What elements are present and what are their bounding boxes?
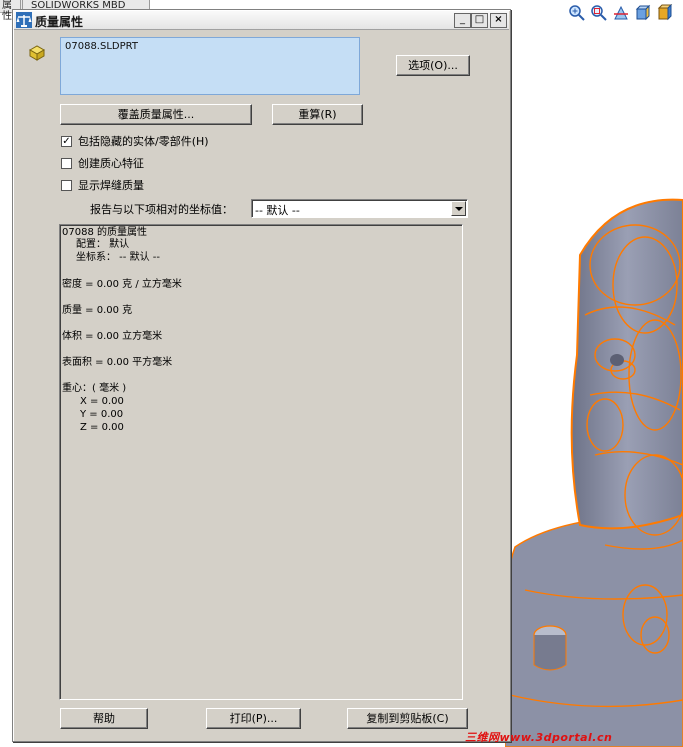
print-button[interactable]: 打印(P)...: [206, 708, 301, 729]
results-z: Z = 0.00: [80, 422, 124, 433]
balance-scale-icon: [16, 12, 32, 28]
results-heading: 07088 的质量属性: [62, 227, 147, 238]
part-icon: [28, 45, 46, 61]
copy-to-clipboard-button[interactable]: 复制到剪贴板(C): [347, 708, 468, 729]
selected-items-list[interactable]: 07088.SLDPRT: [60, 37, 360, 95]
recalculate-button[interactable]: 重算(R): [272, 104, 363, 125]
override-mass-properties-button[interactable]: 覆盖质量属性...: [60, 104, 252, 125]
results-coordinate-system: 坐标系： -- 默认 --: [76, 252, 160, 263]
maximize-button[interactable]: □: [471, 13, 488, 28]
results-y: Y = 0.00: [80, 409, 124, 420]
help-button[interactable]: 帮助: [60, 708, 148, 729]
results-volume: 体积 = 0.00 立方毫米: [62, 331, 163, 342]
show-weld-bead-mass-label: 显示焊缝质量: [78, 179, 144, 192]
results-density: 密度 = 0.00 克 / 立方毫米: [62, 279, 182, 290]
view-orientation-icon[interactable]: [634, 4, 652, 22]
dialog-titlebar[interactable]: 质量属性 _ □ ×: [14, 11, 509, 30]
coordinate-system-label: 报告与以下项相对的坐标值：: [90, 203, 233, 216]
display-style-icon[interactable]: [656, 4, 674, 22]
results-x: X = 0.00: [80, 396, 124, 407]
create-center-of-mass-checkbox[interactable]: [61, 158, 72, 169]
coordinate-system-value: -- 默认 --: [255, 204, 300, 217]
coordinate-system-select[interactable]: -- 默认 --: [251, 199, 468, 218]
zoom-to-area-icon[interactable]: [590, 4, 608, 22]
flange-shape: [505, 514, 683, 747]
dropdown-arrow-icon[interactable]: [451, 201, 466, 216]
minimize-button[interactable]: _: [454, 13, 471, 28]
create-center-of-mass-label: 创建质心特征: [78, 157, 144, 170]
heads-up-view-toolbar: [568, 4, 674, 22]
zoom-to-fit-icon[interactable]: [568, 4, 586, 22]
close-button[interactable]: ×: [490, 13, 507, 28]
results-configuration: 配置： 默认: [76, 239, 130, 250]
results-surface-area: 表面积 = 0.00 平方毫米: [62, 357, 173, 368]
selected-file-item[interactable]: 07088.SLDPRT: [65, 41, 138, 52]
include-hidden-bodies-label: 包括隐藏的实体/零部件(H): [78, 135, 209, 148]
options-button[interactable]: 选项(O)...: [396, 55, 470, 76]
site-watermark: 三维网www.3dportal.cn: [465, 731, 613, 744]
part-model-viewport[interactable]: [505, 195, 683, 747]
mass-properties-output[interactable]: 07088 的质量属性 配置： 默认 坐标系： -- 默认 -- 密度 = 0.…: [59, 224, 463, 700]
dialog-title: 质量属性: [35, 15, 84, 29]
results-mass: 质量 = 0.00 克: [62, 305, 133, 316]
mass-properties-dialog: 质量属性 _ □ × 07088.SLDPRT 选项(O)... 覆盖质量属性.…: [12, 9, 511, 742]
results-center-of-mass: 重心：( 毫米 ): [62, 383, 127, 394]
section-view-icon[interactable]: [612, 4, 630, 22]
show-weld-bead-mass-checkbox[interactable]: [61, 180, 72, 191]
include-hidden-bodies-checkbox[interactable]: ✓: [61, 136, 72, 147]
